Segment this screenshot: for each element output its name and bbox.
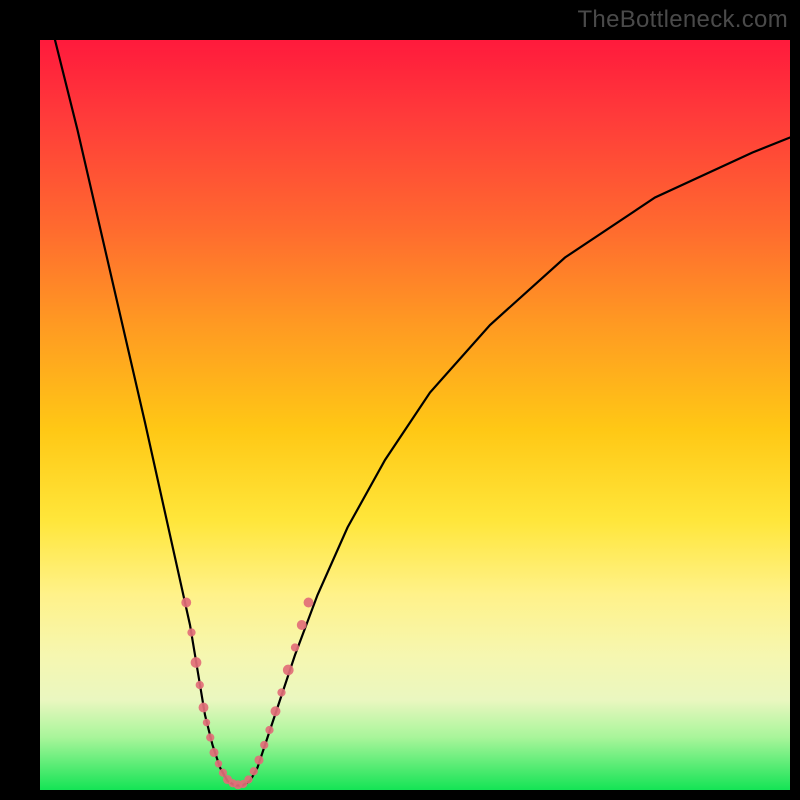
data-marker bbox=[277, 688, 285, 696]
data-marker bbox=[291, 643, 299, 651]
data-marker bbox=[196, 681, 204, 689]
chart-frame: TheBottleneck.com bbox=[0, 0, 800, 800]
data-marker bbox=[250, 767, 258, 775]
plot-area bbox=[40, 40, 790, 790]
data-marker bbox=[254, 755, 263, 764]
data-marker bbox=[181, 598, 191, 608]
data-marker bbox=[244, 775, 252, 783]
data-marker bbox=[265, 726, 273, 734]
chart-svg bbox=[40, 40, 790, 790]
curve-group bbox=[55, 40, 790, 786]
data-marker bbox=[271, 706, 281, 716]
data-marker bbox=[199, 703, 209, 713]
data-marker bbox=[283, 665, 294, 676]
data-marker bbox=[209, 748, 218, 757]
data-marker bbox=[297, 620, 307, 630]
data-marker bbox=[203, 719, 210, 726]
data-marker bbox=[260, 741, 268, 749]
data-marker bbox=[191, 657, 202, 668]
data-marker bbox=[215, 760, 222, 767]
data-marker bbox=[304, 598, 314, 608]
watermark-text: TheBottleneck.com bbox=[577, 6, 788, 34]
bottleneck-curve bbox=[55, 40, 790, 786]
data-marker bbox=[187, 628, 195, 636]
data-marker bbox=[206, 733, 214, 741]
